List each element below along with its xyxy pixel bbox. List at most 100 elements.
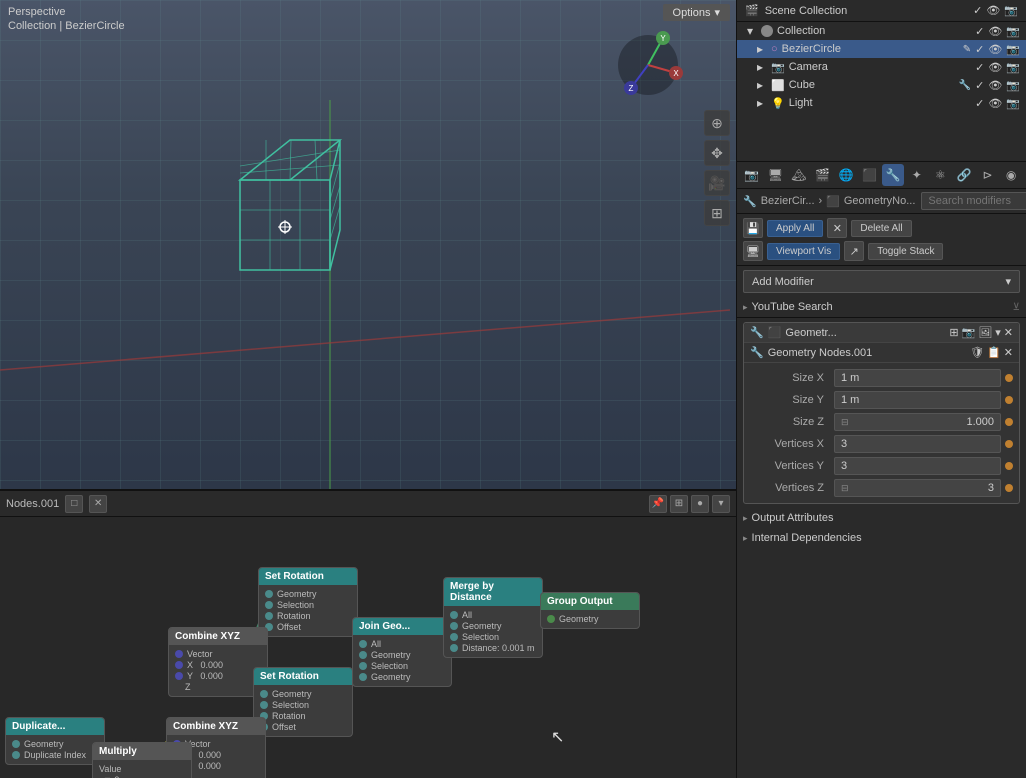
- modifier-sub-icon-1: 🔧: [750, 346, 764, 359]
- modifier-search-input[interactable]: [921, 192, 1026, 210]
- tree-check-collection[interactable]: ✓: [975, 25, 984, 38]
- scene-vis-icon[interactable]: ✓: [973, 4, 982, 17]
- icon-material[interactable]: ◉: [1000, 164, 1022, 186]
- node-set-rotation-2[interactable]: Set Rotation Geometry Selection Rotation…: [253, 667, 353, 737]
- socket-20: [359, 673, 367, 681]
- tree-item-camera[interactable]: ▸ 📷 Camera ✓ 👁 📷: [737, 58, 1026, 76]
- tree-check-light[interactable]: ✓: [975, 97, 984, 110]
- tree-check-camera[interactable]: ✓: [975, 61, 984, 74]
- prop-value-size-x[interactable]: 1 m: [834, 369, 1001, 387]
- icon-physics[interactable]: ⚛: [930, 164, 952, 186]
- node-group-output[interactable]: Group Output Geometry: [540, 592, 640, 629]
- svg-text:Z: Z: [629, 84, 634, 93]
- save-icon-btn[interactable]: 💾: [743, 218, 763, 238]
- tree-cam-collection[interactable]: 📷: [1006, 25, 1020, 38]
- tree-wrench-cube[interactable]: 🔧: [959, 80, 971, 91]
- tree-eye-cube[interactable]: 👁: [988, 79, 1002, 92]
- tree-cam-bezier[interactable]: 📷: [1006, 43, 1020, 56]
- modifier-sub-copy[interactable]: 📋: [987, 346, 1001, 359]
- prop-value-size-z[interactable]: ⊟ 1.000: [834, 413, 1001, 431]
- tree-cam-cube[interactable]: 📷: [1006, 79, 1020, 92]
- icon-constraints[interactable]: 🔗: [953, 164, 975, 186]
- tree-item-collection[interactable]: ▾ Collection ✓ 👁 📷: [737, 22, 1026, 40]
- node-editor-btn-pin[interactable]: 📌: [649, 495, 667, 513]
- node-editor-header: Nodes.001 □ ✕ 📌 ⊞ ● ▾: [0, 491, 736, 517]
- apply-all-button[interactable]: Apply All: [767, 220, 823, 237]
- icon-object[interactable]: ⬛: [859, 164, 881, 186]
- grid-tool-btn[interactable]: ⊞: [704, 200, 730, 226]
- internal-dependencies-label: Internal Dependencies: [752, 532, 862, 544]
- arrow-icon-btn[interactable]: ↗: [844, 241, 864, 261]
- tree-check-bezier[interactable]: ✓: [975, 43, 984, 56]
- camera-tool-btn[interactable]: 🎥: [704, 170, 730, 196]
- vis-icon-btn[interactable]: 🖥: [743, 241, 763, 261]
- tree-check-cube[interactable]: ✓: [975, 79, 984, 92]
- node-editor-btn-2[interactable]: ✕: [89, 495, 107, 513]
- node-editor[interactable]: Nodes.001 □ ✕ 📌 ⊞ ● ▾: [0, 490, 736, 778]
- scene-eye-icon[interactable]: 👁: [986, 4, 1000, 17]
- options-chevron: ▾: [714, 6, 720, 19]
- viewport-3d[interactable]: Perspective Collection | BezierCircle Op…: [0, 0, 736, 490]
- prop-value-vert-y[interactable]: 3: [834, 457, 1001, 475]
- modifier-card-more-icon[interactable]: ▾: [995, 326, 1001, 339]
- tree-eye-light[interactable]: 👁: [988, 97, 1002, 110]
- node-header-combine-2: Combine XYZ: [167, 718, 265, 735]
- node-duplicate-elements[interactable]: Duplicate... Geometry Duplicate Index: [5, 717, 105, 765]
- tree-item-light[interactable]: ▸ 💡 Light ✓ 👁 📷: [737, 94, 1026, 112]
- section-output-attributes[interactable]: ▸ Output Attributes: [737, 508, 1026, 528]
- tree-cam-camera[interactable]: 📷: [1006, 61, 1020, 74]
- icon-data[interactable]: ⊳: [977, 164, 999, 186]
- modifier-card-geometry: 🔧 ⬛ Geometr... ⊞ 📷 🖼 ▾ ✕ 🔧 Geometry Node…: [743, 322, 1020, 504]
- icon-scene[interactable]: 🎬: [812, 164, 834, 186]
- node-multiply[interactable]: Multiply Value ▼ 3: [92, 742, 192, 778]
- icon-render[interactable]: 📷: [741, 164, 763, 186]
- hand-tool-btn[interactable]: ✥: [704, 140, 730, 166]
- node-header-merge: Merge by Distance: [444, 578, 542, 606]
- viewport-vis-button[interactable]: Viewport Vis: [767, 243, 840, 260]
- navigation-gizmo[interactable]: Y X Z: [611, 28, 686, 103]
- node-editor-type-btn[interactable]: ●: [691, 495, 709, 513]
- youtube-search-row[interactable]: ▸ YouTube Search ⊻: [737, 297, 1026, 318]
- tree-eye-collection[interactable]: 👁: [988, 25, 1002, 38]
- tree-eye-camera[interactable]: 👁: [988, 61, 1002, 74]
- node-merge-by-distance[interactable]: Merge by Distance All Geometry Selection…: [443, 577, 543, 658]
- scene-cam-icon[interactable]: 📷: [1004, 4, 1018, 17]
- node-editor-options-btn[interactable]: ▾: [712, 495, 730, 513]
- tree-item-cube[interactable]: ▸ ⬜ Cube 🔧 ✓ 👁 📷: [737, 76, 1026, 94]
- modifier-sub-shield[interactable]: 🛡: [970, 346, 984, 359]
- svg-text:X: X: [673, 69, 679, 78]
- modifier-sub-close[interactable]: ✕: [1004, 346, 1013, 359]
- prop-value-vert-z[interactable]: ⊟ 3: [834, 479, 1001, 497]
- tree-cam-light[interactable]: 📷: [1006, 97, 1020, 110]
- tree-item-beziercircle[interactable]: ▸ ○ BezierCircle ✎ ✓ 👁 📷: [737, 40, 1026, 58]
- output-attributes-label: Output Attributes: [752, 512, 834, 524]
- prop-value-size-y[interactable]: 1 m: [834, 391, 1001, 409]
- tree-eye-bezier[interactable]: 👁: [988, 43, 1002, 56]
- node-join-geometry[interactable]: Join Geo... All Geometry Selection Geome…: [352, 617, 452, 687]
- icon-output[interactable]: 🖥: [765, 164, 787, 186]
- tree-edit-bezier[interactable]: ✎: [963, 44, 971, 55]
- delete-all-button[interactable]: Delete All: [851, 220, 911, 237]
- prop-label-size-y: Size Y: [750, 394, 830, 406]
- zoom-tool-btn[interactable]: ⊕: [704, 110, 730, 136]
- close-apply-btn[interactable]: ✕: [827, 218, 847, 238]
- prop-value-vert-x[interactable]: 3: [834, 435, 1001, 453]
- section-internal-dependencies[interactable]: ▸ Internal Dependencies: [737, 528, 1026, 548]
- modifier-card-render-icon[interactable]: 🖼: [978, 326, 992, 339]
- tree-arrow-collection: ▾: [743, 24, 757, 38]
- icon-modifier[interactable]: 🔧: [882, 164, 904, 186]
- node-editor-btn-extra[interactable]: ⊞: [670, 495, 688, 513]
- node-editor-canvas[interactable]: Set Rotation Geometry Selection Rotation…: [0, 517, 736, 778]
- add-modifier-button[interactable]: Add Modifier ▾: [743, 270, 1020, 293]
- options-button[interactable]: Options ▾: [663, 4, 730, 21]
- node-set-rotation-1[interactable]: Set Rotation Geometry Selection Rotation…: [258, 567, 358, 637]
- icon-world[interactable]: 🌐: [835, 164, 857, 186]
- modifier-card-cam-icon[interactable]: 📷: [962, 326, 976, 339]
- modifier-card-grid-icon[interactable]: ⊞: [949, 326, 958, 339]
- icon-particles[interactable]: ✦: [906, 164, 928, 186]
- icon-view-layer[interactable]: 🏔: [788, 164, 810, 186]
- node-editor-btn-1[interactable]: □: [65, 495, 83, 513]
- prop-size-y-text: 1 m: [841, 394, 859, 406]
- toggle-stack-button[interactable]: Toggle Stack: [868, 243, 943, 260]
- modifier-card-close-icon[interactable]: ✕: [1004, 326, 1013, 339]
